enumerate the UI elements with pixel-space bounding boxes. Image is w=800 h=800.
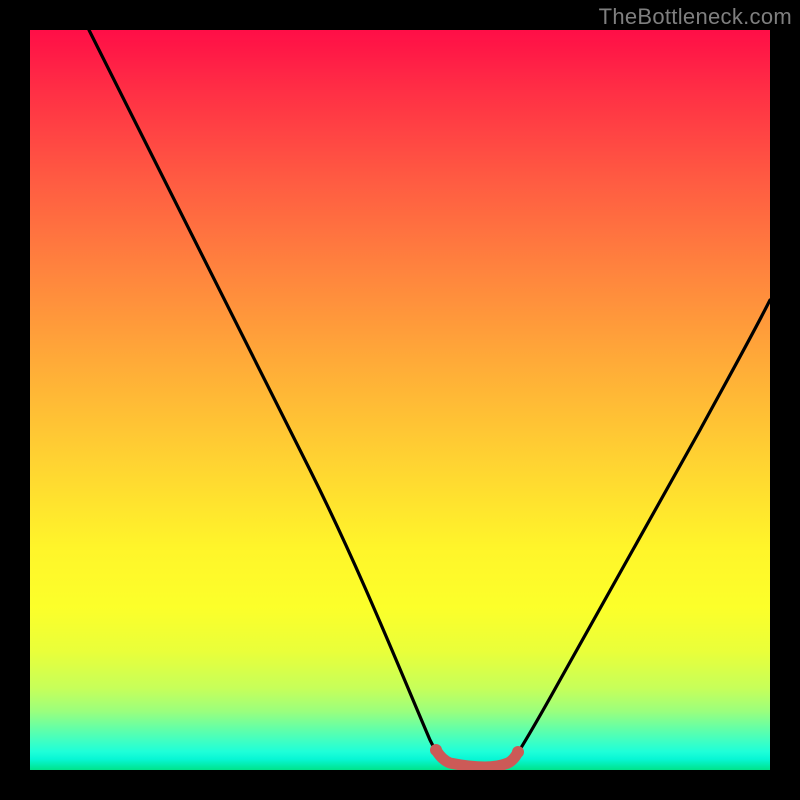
left-curve [89,30,442,762]
valley-highlight [436,750,518,767]
right-curve [512,300,770,762]
valley-dot-right [512,746,524,758]
watermark-text: TheBottleneck.com [599,4,792,30]
curve-layer [30,30,770,770]
chart-frame [30,30,770,770]
valley-dot-left [430,744,442,756]
